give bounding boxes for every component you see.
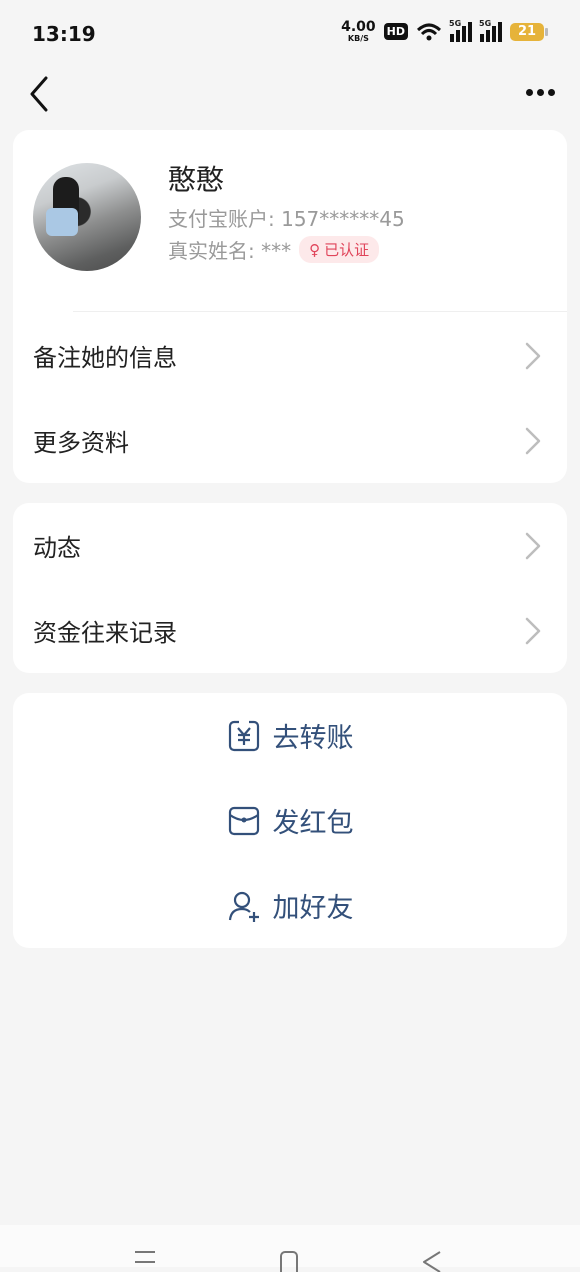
more-profile-label: 更多资料	[33, 429, 129, 457]
signal-label-2: 5G	[479, 18, 492, 28]
status-time: 13:19	[32, 22, 96, 46]
hd-icon: HD	[383, 23, 408, 40]
profile-name: 憨憨	[168, 163, 225, 196]
chevron-right-icon	[525, 532, 541, 560]
profile-card: 憨憨 支付宝账户: 157******45 真实姓名: *** ♀ 已认证 备注…	[13, 130, 567, 483]
wifi-icon	[416, 23, 442, 40]
real-name: 真实姓名: *** ♀ 已认证	[168, 235, 380, 264]
transactions-label: 资金往来记录	[33, 619, 177, 647]
add-friend-icon	[228, 891, 259, 922]
status-icons: 4.00 KB/S HD 5G 5G 21	[341, 18, 548, 43]
divider	[73, 311, 567, 312]
back-triangle-icon[interactable]	[420, 1250, 444, 1272]
cellular-signal-icon-2: 5G	[479, 18, 502, 42]
avatar[interactable]	[33, 163, 141, 271]
transfer-icon	[228, 719, 259, 751]
back-icon[interactable]	[22, 72, 62, 112]
real-name-label: 真实姓名: ***	[168, 239, 292, 263]
network-speed-value: 4.00	[341, 19, 376, 35]
network-speed-unit: KB/S	[347, 34, 369, 43]
red-packet-icon	[228, 806, 259, 835]
female-icon: ♀	[309, 240, 321, 259]
cellular-signal-icon-1: 5G	[449, 18, 472, 42]
transfer-button[interactable]: 去转账	[13, 693, 567, 778]
red-packet-label: 发红包	[272, 808, 354, 839]
menu-icon[interactable]	[134, 1250, 156, 1264]
transfer-label: 去转账	[272, 723, 354, 754]
remark-info-item[interactable]: 备注她的信息	[13, 313, 567, 398]
chevron-right-icon	[525, 617, 541, 645]
remark-info-label: 备注她的信息	[33, 344, 177, 372]
chevron-right-icon	[525, 342, 541, 370]
more-profile-item[interactable]: 更多资料	[13, 398, 567, 483]
add-friend-label: 加好友	[272, 893, 354, 924]
chevron-right-icon	[525, 427, 541, 455]
alipay-account: 支付宝账户: 157******45	[168, 207, 405, 231]
more-options-icon[interactable]	[522, 78, 558, 106]
verified-badge: ♀ 已认证	[299, 236, 380, 263]
actions-card: 去转账 发红包 加好友	[13, 693, 567, 948]
moments-item[interactable]: 动态	[13, 503, 567, 588]
status-bar: 13:19 4.00 KB/S HD 5G 5G 21	[0, 0, 580, 68]
menu-card: 动态 资金往来记录	[13, 503, 567, 673]
system-nav-bar	[0, 1225, 580, 1272]
moments-label: 动态	[33, 534, 81, 562]
nav-bar	[0, 68, 580, 116]
red-packet-button[interactable]: 发红包	[13, 778, 567, 863]
signal-label-1: 5G	[449, 18, 462, 28]
battery-icon: 21	[510, 22, 548, 41]
transactions-item[interactable]: 资金往来记录	[13, 588, 567, 673]
add-friend-button[interactable]: 加好友	[13, 863, 567, 948]
verified-label: 已认证	[324, 241, 370, 259]
home-icon[interactable]	[278, 1250, 300, 1272]
network-speed: 4.00 KB/S	[341, 20, 376, 43]
